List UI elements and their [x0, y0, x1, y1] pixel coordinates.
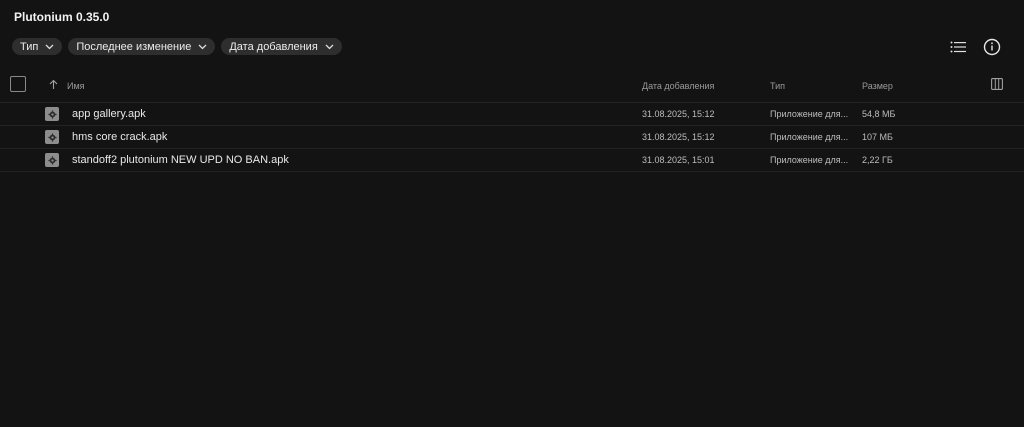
- file-date-added: 31.08.2025, 15:01: [642, 155, 715, 165]
- list-view-button[interactable]: [948, 37, 968, 57]
- column-header-name[interactable]: Имя: [67, 81, 85, 91]
- filter-type-label: Тип: [20, 40, 39, 53]
- app-title: Plutonium 0.35.0: [14, 10, 110, 24]
- select-all-checkbox[interactable]: [10, 76, 26, 92]
- file-name[interactable]: standoff2 plutonium NEW UPD NO BAN.apk: [72, 154, 289, 166]
- filter-date-added-chip[interactable]: Дата добавления: [221, 38, 342, 55]
- settings-file-icon: [45, 107, 59, 121]
- list-view-icon: [950, 41, 966, 53]
- file-type: Приложение для...: [770, 132, 849, 142]
- table-header: Имя Дата добавления Тип Размер: [0, 72, 1024, 103]
- info-icon: [983, 38, 1001, 56]
- file-table: Имя Дата добавления Тип Размер app galle…: [0, 72, 1024, 172]
- filter-modified-chip[interactable]: Последнее изменение: [68, 38, 216, 55]
- info-button[interactable]: [982, 37, 1002, 57]
- file-name[interactable]: hms core crack.apk: [72, 131, 167, 143]
- table-row[interactable]: standoff2 plutonium NEW UPD NO BAN.apk 3…: [0, 149, 1024, 172]
- file-size: 2,22 ГБ: [862, 155, 893, 165]
- file-type: Приложение для...: [770, 155, 849, 165]
- file-size: 107 МБ: [862, 132, 893, 142]
- column-header-size[interactable]: Размер: [862, 81, 893, 91]
- filter-bar: Тип Последнее изменение Дата добавления: [12, 38, 342, 55]
- file-size: 54,8 МБ: [862, 109, 896, 119]
- file-date-added: 31.08.2025, 15:12: [642, 132, 715, 142]
- file-type: Приложение для...: [770, 109, 849, 119]
- sort-ascending-icon[interactable]: [49, 79, 58, 90]
- file-date-added: 31.08.2025, 15:12: [642, 109, 715, 119]
- file-name[interactable]: app gallery.apk: [72, 108, 146, 120]
- chevron-down-icon: [45, 44, 54, 49]
- table-row[interactable]: app gallery.apk 31.08.2025, 15:12 Прилож…: [0, 103, 1024, 126]
- filter-type-chip[interactable]: Тип: [12, 38, 63, 55]
- filter-modified-label: Последнее изменение: [76, 40, 192, 53]
- column-header-type[interactable]: Тип: [770, 81, 785, 91]
- settings-file-icon: [45, 130, 59, 144]
- filter-date-added-label: Дата добавления: [229, 40, 318, 53]
- chevron-down-icon: [198, 44, 207, 49]
- table-row[interactable]: hms core crack.apk 31.08.2025, 15:12 При…: [0, 126, 1024, 149]
- chevron-down-icon: [325, 44, 334, 49]
- columns-icon[interactable]: [991, 78, 1003, 90]
- column-header-date-added[interactable]: Дата добавления: [642, 81, 714, 91]
- settings-file-icon: [45, 153, 59, 167]
- toolbar: [948, 37, 1002, 57]
